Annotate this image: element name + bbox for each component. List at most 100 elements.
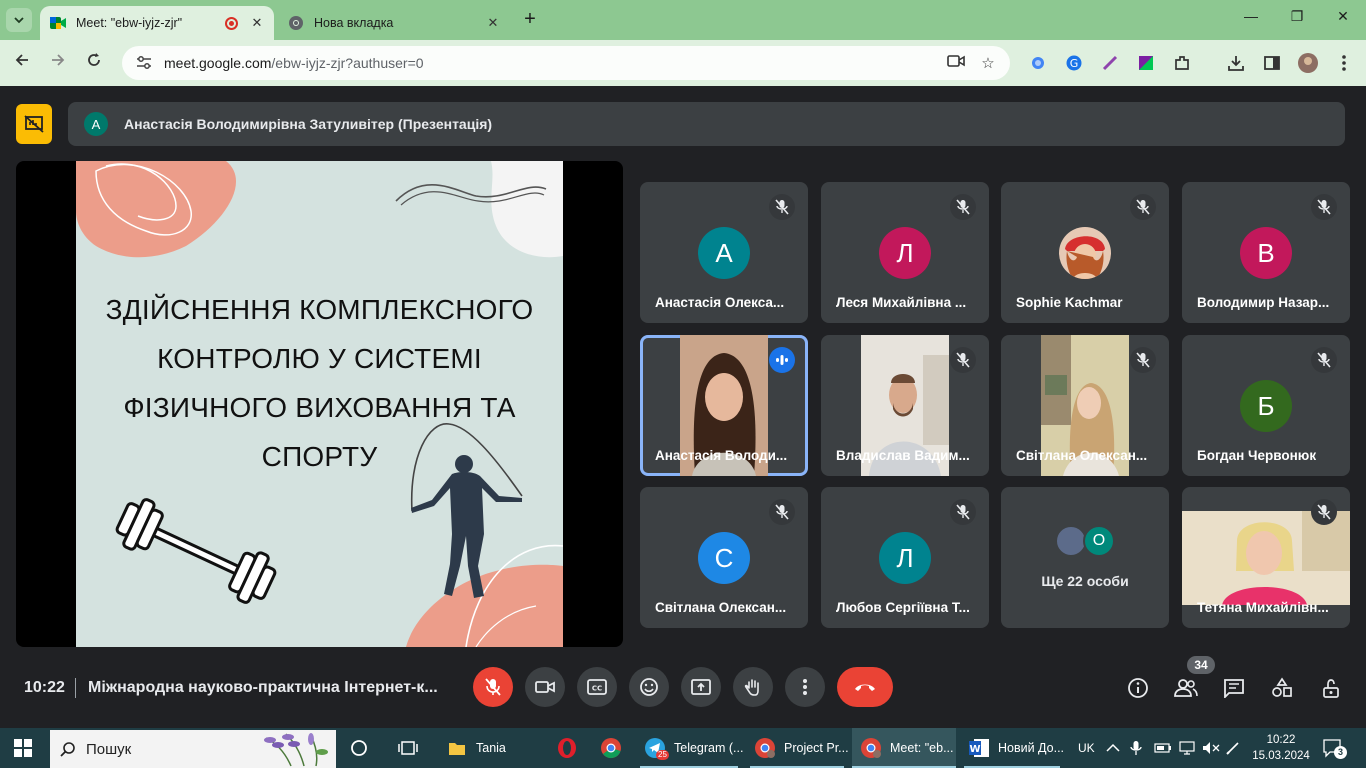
address-bar[interactable]: meet.google.com/ebw-iyjz-zjr?authuser=0 … — [122, 46, 1010, 80]
mic-muted-indicator — [1311, 347, 1337, 373]
present-now-button[interactable] — [681, 667, 721, 707]
more-vert-icon — [803, 679, 807, 695]
extension-blue-circle-icon[interactable] — [1027, 52, 1049, 74]
participant-tile[interactable]: О Ще 22 особи — [1001, 487, 1169, 628]
taskbar-item-telegram[interactable]: 25 Telegram (... — [636, 728, 744, 768]
participant-tile[interactable]: С Світлана Олексан... — [640, 487, 808, 628]
mic-toggle-button[interactable] — [473, 667, 513, 707]
participant-name: Тетяна Михайлівн... — [1197, 600, 1329, 615]
host-controls-icon[interactable] — [1318, 676, 1342, 700]
meeting-details-icon[interactable] — [1126, 676, 1150, 700]
participant-name: Володимир Назар... — [1197, 295, 1330, 310]
participant-tile[interactable]: Тетяна Михайлівн... — [1182, 487, 1350, 628]
captions-button[interactable]: CC — [577, 667, 617, 707]
downloads-icon[interactable] — [1225, 52, 1247, 74]
taskbar-item-opera[interactable] — [548, 728, 588, 768]
taskbar-item-label: Telegram (... — [674, 741, 744, 755]
browser-tab-new[interactable]: Нова вкладка ✕ — [278, 6, 510, 40]
chat-icon[interactable] — [1222, 676, 1246, 700]
participant-tile[interactable]: Sophie Kachmar — [1001, 182, 1169, 323]
barbell-icon — [115, 498, 277, 604]
presentation-stage: ЗДІЙСНЕННЯ КОМПЛЕКСНОГО КОНТРОЛЮ У СИСТЕ… — [16, 161, 623, 647]
tab-title: Meet: "ebw-iyjz-zjr" — [76, 16, 183, 30]
show-hidden-icons-button[interactable] — [1106, 728, 1120, 768]
taskbar-search-box[interactable]: Пошук — [50, 730, 336, 768]
participant-avatar: А — [698, 227, 750, 279]
close-tab-icon[interactable]: ✕ — [486, 15, 500, 31]
network-icon[interactable] — [1178, 728, 1196, 768]
keyboard-language[interactable]: UK — [1078, 728, 1095, 768]
people-icon[interactable] — [1174, 676, 1198, 700]
chevron-down-icon — [14, 17, 24, 24]
taskbar-item-label: Tania — [476, 741, 506, 755]
volume-muted-icon[interactable] — [1202, 728, 1220, 768]
chrome-icon — [288, 15, 304, 31]
pen-workspace-icon[interactable] — [1226, 728, 1240, 768]
minimize-button[interactable]: — — [1228, 8, 1274, 32]
reload-icon — [88, 53, 100, 66]
mic-muted-indicator — [950, 499, 976, 525]
task-view-button[interactable] — [392, 728, 424, 768]
extension-pen-icon[interactable] — [1099, 52, 1121, 74]
clock-time: 10:22 — [1266, 734, 1296, 746]
participant-tile[interactable]: В Володимир Назар... — [1182, 182, 1350, 323]
camera-toggle-button[interactable] — [525, 667, 565, 707]
participant-avatar: С — [698, 532, 750, 584]
windows-start-button[interactable] — [14, 739, 32, 762]
participant-tile[interactable]: Анастасія Володи... — [640, 335, 808, 476]
svg-text:CC: CC — [592, 685, 602, 693]
reactions-button[interactable] — [629, 667, 669, 707]
participant-tile[interactable]: А Анастасія Олекса... — [640, 182, 808, 323]
battery-icon[interactable] — [1154, 728, 1172, 768]
close-window-button[interactable]: ✕ — [1320, 8, 1366, 32]
extensions-puzzle-icon[interactable] — [1171, 52, 1193, 74]
browser-tab-meet[interactable]: Meet: "ebw-iyjz-zjr" ✕ — [40, 6, 274, 40]
taskbar-clock[interactable]: 10:22 15.03.2024 — [1250, 732, 1312, 764]
participant-tile[interactable]: Б Богдан Червонюк — [1182, 335, 1350, 476]
restore-button[interactable]: ❐ — [1274, 8, 1320, 32]
more-options-button[interactable] — [785, 667, 825, 707]
new-tab-button[interactable]: + — [518, 9, 542, 31]
taskbar-item-word[interactable]: W Новий До... — [960, 728, 1064, 768]
more-participants-avatars: О — [1001, 525, 1169, 557]
chrome-menu-icon[interactable] — [1333, 52, 1355, 74]
extension-grammarly-icon[interactable]: G — [1063, 52, 1085, 74]
site-settings-icon[interactable] — [134, 53, 154, 73]
taskbar-item-explorer[interactable]: Tania — [438, 728, 540, 768]
participant-tile[interactable]: Л Любов Сергіївна Т... — [821, 487, 989, 628]
clock-date: 15.03.2024 — [1252, 750, 1310, 762]
meeting-title: Міжнародна науково-практична Інтернет-к.… — [88, 679, 438, 696]
word-icon: W — [968, 737, 990, 759]
mic-muted-indicator — [769, 194, 795, 220]
participant-tile[interactable]: Світлана Олексан... — [1001, 335, 1169, 476]
forward-button[interactable] — [46, 51, 70, 75]
taskbar-item-meet[interactable]: Meet: "eb... — [852, 728, 956, 768]
participant-name: Анастасія Володи... — [655, 448, 788, 463]
google-meet-icon — [50, 15, 66, 31]
presentation-layout-button[interactable] — [16, 104, 52, 144]
participant-avatar: О — [1083, 525, 1115, 557]
task-view-cortana-button[interactable] — [346, 728, 376, 768]
windows-logo-icon — [14, 739, 32, 757]
back-button[interactable] — [10, 51, 34, 75]
activities-icon[interactable] — [1270, 676, 1294, 700]
notifications-button[interactable]: 3 — [1322, 728, 1350, 768]
close-tab-icon[interactable]: ✕ — [250, 15, 264, 31]
taskbar-item-chrome[interactable] — [592, 728, 632, 768]
reload-button[interactable] — [82, 51, 106, 75]
jump-rope-figure-icon — [410, 423, 523, 598]
side-panel-icon[interactable] — [1261, 52, 1283, 74]
taskbar-item-project[interactable]: Project Pr... — [746, 728, 849, 768]
leave-call-button[interactable] — [837, 667, 893, 707]
profile-avatar[interactable] — [1297, 52, 1319, 74]
bookmark-star-icon[interactable]: ☆ — [978, 54, 998, 74]
extension-color-icon[interactable] — [1135, 52, 1157, 74]
participant-tile[interactable]: Л Леся Михайлівна ... — [821, 182, 989, 323]
participant-name: Світлана Олексан... — [1016, 448, 1148, 463]
raise-hand-button[interactable] — [733, 667, 773, 707]
folder-icon — [446, 737, 468, 759]
camera-in-use-icon[interactable] — [946, 54, 966, 74]
tab-search-button[interactable] — [6, 8, 32, 32]
participant-tile[interactable]: Владислав Вадим... — [821, 335, 989, 476]
microphone-tray-icon[interactable] — [1130, 728, 1142, 768]
